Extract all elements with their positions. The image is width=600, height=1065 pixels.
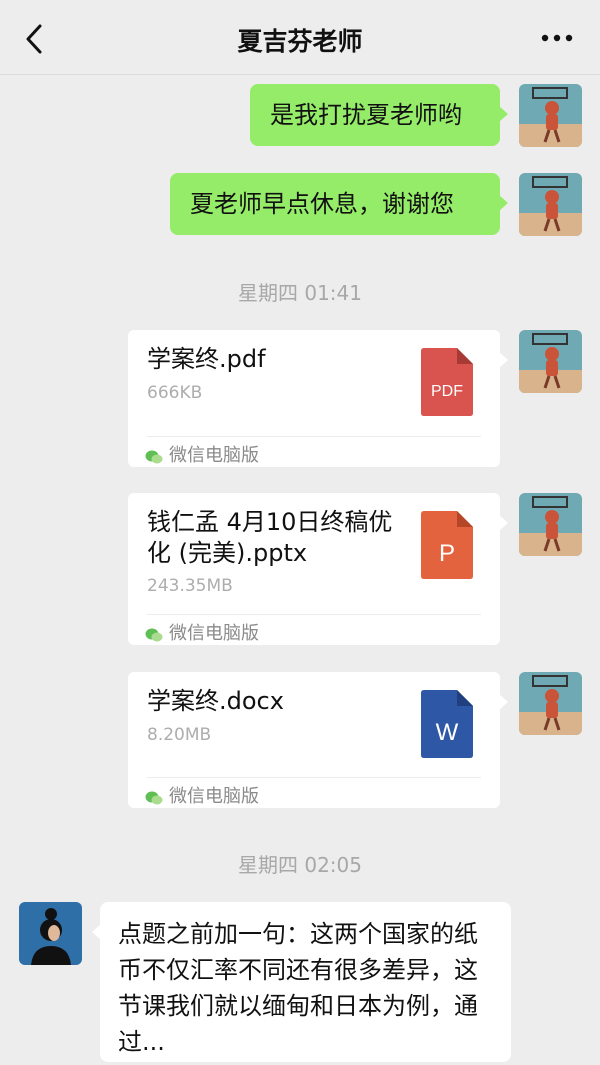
file-name: 学案终.pdf <box>147 345 266 373</box>
self-avatar[interactable] <box>519 173 582 236</box>
wechat-pc-icon <box>145 628 163 642</box>
wechat-pc-icon <box>145 791 163 805</box>
file-source-label: 微信电脑版 <box>169 786 259 807</box>
self-avatar[interactable] <box>519 84 582 147</box>
message-bubble-sent[interactable]: 夏老师早点休息，谢谢您 <box>170 173 508 235</box>
message-bubble-sent[interactable]: 是我打扰夏老师哟 <box>250 84 508 146</box>
self-avatar[interactable] <box>519 493 582 556</box>
docx-file-icon: W <box>421 690 473 758</box>
svg-text:P: P <box>439 540 455 567</box>
card-divider <box>147 777 481 778</box>
file-size: 666KB <box>147 383 203 403</box>
file-size: 243.35MB <box>147 576 233 596</box>
self-avatar[interactable] <box>519 330 582 393</box>
chat-title: 夏吉芬老师 <box>237 27 363 56</box>
pdf-file-icon: PDF <box>421 348 473 416</box>
file-source-label: 微信电脑版 <box>169 445 259 466</box>
svg-text:PDF: PDF <box>431 383 463 400</box>
nav-bar: 夏吉芬老师 <box>0 0 600 75</box>
card-divider <box>147 614 481 615</box>
pptx-file-icon: P <box>421 511 473 579</box>
timestamp: 星期四 01:41 <box>238 281 362 305</box>
file-card-pptx[interactable]: 钱仁孟 4月10日终稿优化 (完美).pptx 243.35MB P 微信电脑版 <box>128 493 508 645</box>
file-source: 微信电脑版 <box>145 441 259 467</box>
file-source: 微信电脑版 <box>145 619 259 645</box>
file-size: 8.20MB <box>147 725 212 745</box>
wechat-pc-icon <box>145 450 163 464</box>
message-bubble-received[interactable]: 点题之前加一句：这两个国家的纸币不仅汇率不同还有很多差异，这节课我们就以缅甸和日… <box>92 902 511 1062</box>
file-card-pdf[interactable]: 学案终.pdf 666KB PDF 微信电脑版 <box>128 330 508 467</box>
card-divider <box>147 436 481 437</box>
more-dots-icon[interactable] <box>540 32 574 44</box>
file-source: 微信电脑版 <box>145 782 259 808</box>
self-avatar[interactable] <box>519 672 582 735</box>
file-card-docx[interactable]: 学案终.docx 8.20MB W 微信电脑版 <box>128 672 508 808</box>
timestamp: 星期四 02:05 <box>238 853 362 877</box>
svg-text:W: W <box>436 719 459 746</box>
contact-avatar[interactable] <box>19 902 82 965</box>
file-source-label: 微信电脑版 <box>169 623 259 644</box>
file-name: 学案终.docx <box>147 687 284 715</box>
file-name: 钱仁孟 4月10日终稿优化 (完美).pptx <box>147 508 393 567</box>
